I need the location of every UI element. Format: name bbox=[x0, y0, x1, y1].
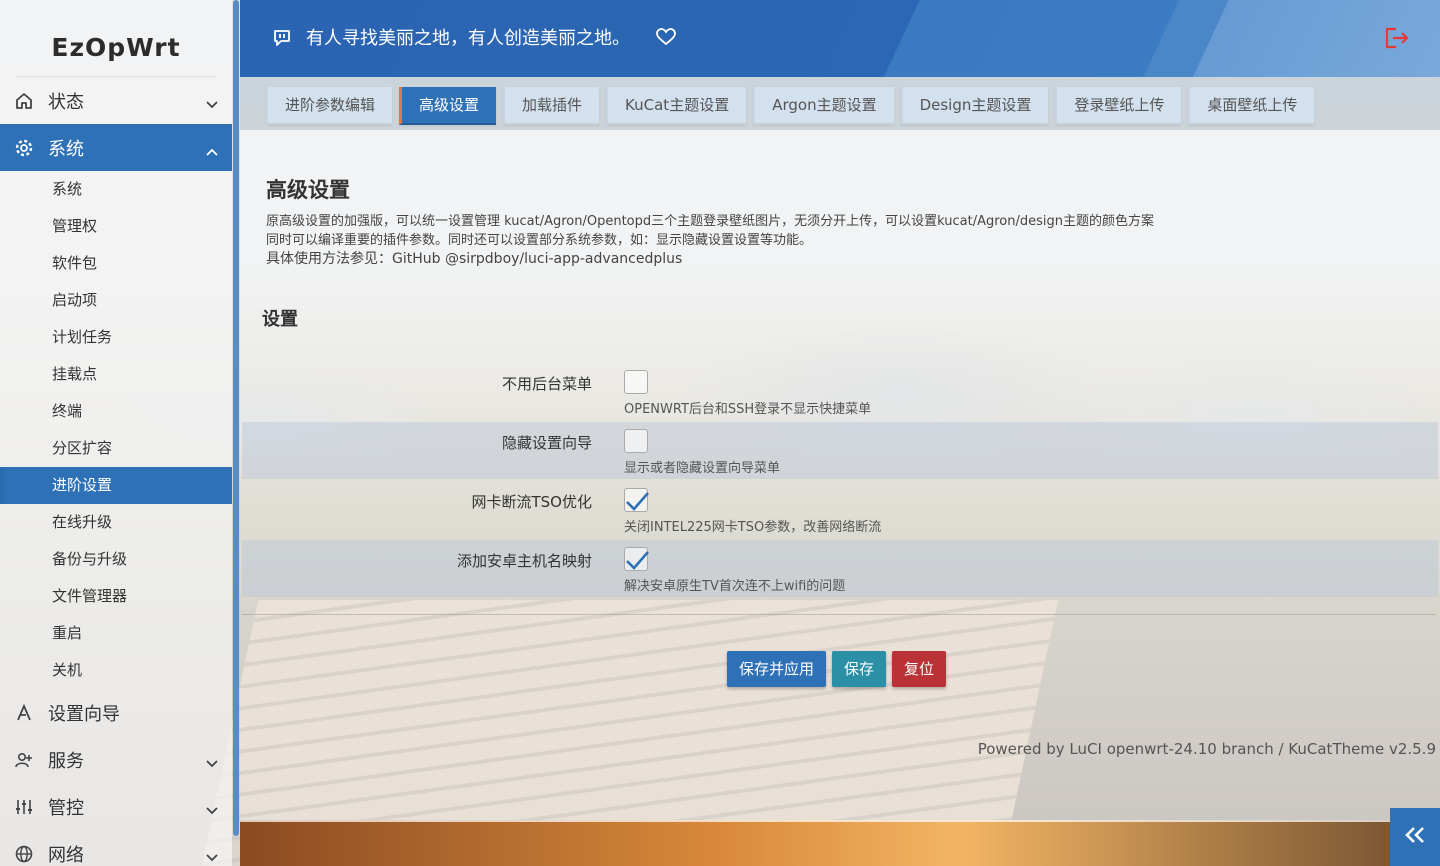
option-hint: 关闭INTEL225网卡TSO参数，改善网络断流 bbox=[624, 520, 882, 535]
tab-desktop-wallpaper[interactable]: 桌面壁纸上传 bbox=[1188, 87, 1315, 125]
message-icon bbox=[272, 28, 292, 52]
sidebar-subitem[interactable]: 备份与升级 bbox=[0, 541, 232, 578]
save-apply-button[interactable]: 保存并应用 bbox=[727, 651, 827, 687]
tab-advanced-settings[interactable]: 高级设置 bbox=[399, 87, 497, 125]
heart-icon[interactable] bbox=[656, 28, 676, 50]
home-icon bbox=[14, 91, 34, 111]
page-description: 原高级设置的加强版，可以统一设置管理 kucat/Agron/Opentopd三… bbox=[266, 212, 1154, 269]
option-row: 不用后台菜单 OPENWRT后台和SSH登录不显示快捷菜单 bbox=[242, 363, 1438, 420]
action-buttons: 保存并应用 保存 复位 bbox=[727, 651, 952, 687]
divider bbox=[242, 614, 1436, 615]
gear-icon bbox=[14, 138, 34, 158]
sidebar-subitem[interactable]: 关机 bbox=[0, 652, 232, 689]
page-title: 高级设置 bbox=[266, 178, 350, 202]
tab-load-plugins[interactable]: 加载插件 bbox=[503, 87, 600, 125]
sidebar-subitem-active[interactable]: 进阶设置 bbox=[0, 467, 232, 504]
sidebar-subitem[interactable]: 软件包 bbox=[0, 245, 232, 282]
checkmark-icon bbox=[626, 551, 649, 570]
tab-login-wallpaper[interactable]: 登录壁纸上传 bbox=[1055, 87, 1182, 125]
tab-kucat-theme[interactable]: KuCat主题设置 bbox=[606, 87, 747, 125]
section-title: 设置 bbox=[262, 309, 298, 330]
sidebar-subitem[interactable]: 挂载点 bbox=[0, 356, 232, 393]
tab-design-theme[interactable]: Design主题设置 bbox=[900, 87, 1049, 125]
option-checkbox[interactable] bbox=[624, 547, 649, 571]
main-content: 高级设置 原高级设置的加强版，可以统一设置管理 kucat/Agron/Open… bbox=[240, 130, 1440, 866]
user-plus-icon bbox=[14, 750, 34, 770]
chevron-down-icon bbox=[206, 752, 218, 773]
sidebar-item-label: 服务 bbox=[48, 750, 84, 772]
sidebar-subitem[interactable]: 系统 bbox=[0, 171, 232, 208]
option-row: 添加安卓主机名映射 解决安卓原生TV首次连不上wifi的问题 bbox=[242, 540, 1438, 597]
option-label: 添加安卓主机名映射 bbox=[456, 552, 592, 570]
sidebar-item-system[interactable]: 系统 bbox=[0, 124, 232, 171]
sidebar-item-control[interactable]: 管控 bbox=[0, 783, 232, 830]
option-row: 网卡断流TSO优化 关闭INTEL225网卡TSO参数，改善网络断流 bbox=[242, 481, 1438, 538]
sidebar-subitem[interactable]: 分区扩容 bbox=[0, 430, 232, 467]
sidebar-subitem[interactable]: 重启 bbox=[0, 615, 232, 652]
sidebar-item-label: 网络 bbox=[48, 844, 84, 866]
settings-panel: 高级设置 原高级设置的加强版，可以统一设置管理 kucat/Agron/Open… bbox=[240, 130, 1440, 822]
option-checkbox[interactable] bbox=[624, 370, 648, 394]
sidebar-item-label: 状态 bbox=[48, 91, 84, 113]
chevron-down-icon bbox=[206, 846, 218, 866]
option-checkbox[interactable] bbox=[624, 488, 649, 512]
save-button[interactable]: 保存 bbox=[832, 651, 887, 687]
sidebar-subitem[interactable]: 启动项 bbox=[0, 282, 232, 319]
sidebar-item-label: 设置向导 bbox=[48, 703, 120, 725]
sliders-icon bbox=[14, 797, 34, 817]
footer-powered-by: Powered by LuCI openwrt-24.10 branch / K… bbox=[977, 740, 1436, 758]
brand-logo: EzOpWrt bbox=[16, 0, 216, 77]
option-label: 隐藏设置向导 bbox=[501, 434, 592, 452]
option-hint: 解决安卓原生TV首次连不上wifi的问题 bbox=[624, 579, 846, 594]
double-chevron-left-icon bbox=[1403, 825, 1427, 849]
sidebar-item-label: 管控 bbox=[48, 797, 84, 819]
chevron-down-icon bbox=[206, 799, 218, 820]
tab-argon-theme[interactable]: Argon主题设置 bbox=[753, 87, 894, 125]
header-slogan: 有人寻找美丽之地，有人创造美丽之地。 bbox=[306, 28, 630, 49]
option-hint: OPENWRT后台和SSH登录不显示快捷菜单 bbox=[624, 402, 872, 417]
sidebar-item-status[interactable]: 状态 bbox=[0, 77, 232, 124]
logout-icon[interactable] bbox=[1384, 26, 1410, 54]
sidebar-scrollbar[interactable] bbox=[232, 0, 240, 866]
option-row: 隐藏设置向导 显示或者隐藏设置向导菜单 bbox=[242, 422, 1438, 479]
tab-bar: 进阶参数编辑 高级设置 加载插件 KuCat主题设置 Argon主题设置 Des… bbox=[266, 87, 1321, 125]
sidebar-item-wizard[interactable]: 设置向导 bbox=[0, 689, 232, 736]
option-label: 不用后台菜单 bbox=[501, 375, 592, 393]
sidebar-subitem[interactable]: 在线升级 bbox=[0, 504, 232, 541]
option-label: 网卡断流TSO优化 bbox=[471, 493, 593, 511]
sidebar-subitem[interactable]: 文件管理器 bbox=[0, 578, 232, 615]
sidebar-item-network[interactable]: 网络 bbox=[0, 830, 232, 866]
sidebar: EzOpWrt 状态 系统 系统 管理权 软件包 启动项 计划任务 挂载点 终端… bbox=[0, 0, 232, 866]
collapse-sidebar-button[interactable] bbox=[1390, 808, 1440, 866]
reset-button[interactable]: 复位 bbox=[892, 651, 947, 687]
sidebar-item-label: 系统 bbox=[48, 138, 84, 160]
option-checkbox[interactable] bbox=[624, 429, 648, 453]
sidebar-subitem[interactable]: 计划任务 bbox=[0, 319, 232, 356]
description-line: 同时可以编译重要的插件参数。同时还可以设置部分系统参数，如：显示隐藏设置设置等功… bbox=[266, 233, 813, 248]
tab-advanced-params[interactable]: 进阶参数编辑 bbox=[266, 87, 393, 125]
description-line: 原高级设置的加强版，可以统一设置管理 kucat/Agron/Opentopd三… bbox=[266, 214, 1155, 229]
sidebar-subitem[interactable]: 管理权 bbox=[0, 208, 232, 245]
wizard-icon bbox=[14, 703, 34, 723]
description-link: 具体使用方法参见：GitHub @sirpdboy/luci-app-advan… bbox=[266, 251, 683, 267]
sidebar-item-services[interactable]: 服务 bbox=[0, 736, 232, 783]
sidebar-subitem[interactable]: 终端 bbox=[0, 393, 232, 430]
chevron-down-icon bbox=[206, 93, 218, 114]
checkmark-icon bbox=[626, 492, 649, 511]
chevron-up-icon bbox=[206, 140, 218, 161]
globe-icon bbox=[14, 844, 34, 864]
option-hint: 显示或者隐藏设置向导菜单 bbox=[624, 461, 781, 476]
top-header: 有人寻找美丽之地，有人创造美丽之地。 bbox=[240, 0, 1440, 77]
